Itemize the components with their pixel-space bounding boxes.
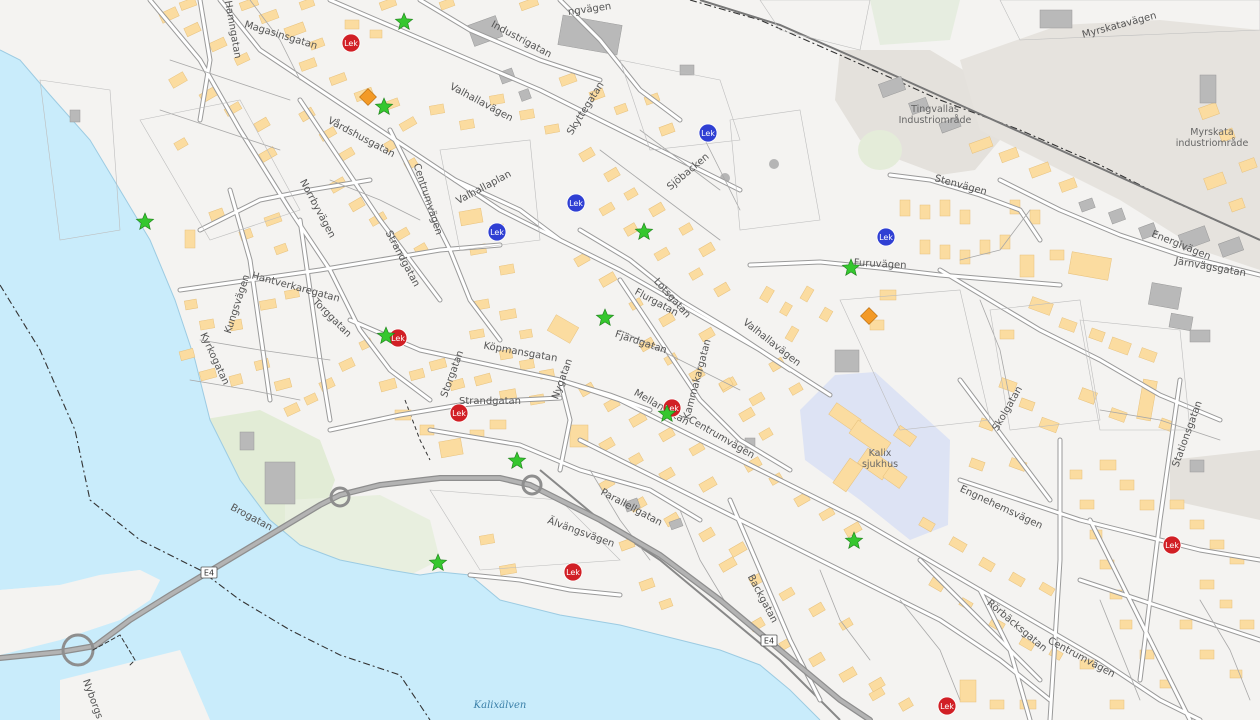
building — [1139, 499, 1155, 511]
lek-marker-label: Lek — [879, 233, 893, 242]
building — [1099, 459, 1117, 471]
building — [344, 19, 360, 30]
lek-marker-label: Lek — [701, 129, 715, 138]
building — [184, 298, 198, 311]
building — [1069, 469, 1083, 480]
building-grey — [834, 349, 860, 373]
building — [438, 437, 464, 459]
building-grey — [1189, 459, 1205, 473]
playground-marker-red[interactable]: Lek — [563, 562, 583, 582]
building — [999, 329, 1015, 340]
lek-marker-label: Lek — [391, 334, 405, 343]
building — [999, 234, 1011, 250]
svg-text:E4: E4 — [204, 569, 214, 578]
road-label-strandgatan: Strandgatan — [459, 396, 521, 407]
e4-shield-south: E4 — [760, 634, 778, 647]
place-label-tingvallas-industriomrade-line2: Industriområde — [899, 115, 972, 126]
place-label-tingvallas-industriomrade: Tingvallas — [910, 104, 959, 115]
building — [1189, 519, 1205, 530]
building — [899, 199, 911, 217]
lek-marker-label: Lek — [490, 228, 504, 237]
svg-text:E4: E4 — [764, 637, 774, 646]
place-label-kalix-sjukhus: Kalix — [869, 448, 892, 459]
building — [1079, 499, 1095, 510]
building — [1119, 479, 1135, 491]
building — [919, 204, 931, 220]
place-label-myrskata-industriomrade-line2: industriområde — [1176, 138, 1249, 149]
water-label-kalixalven: Kalixälven — [473, 700, 527, 711]
building — [1119, 619, 1133, 630]
tank — [769, 159, 779, 169]
lek-marker-label: Lek — [344, 39, 358, 48]
building — [879, 289, 897, 301]
building — [989, 699, 1005, 710]
playground-marker-blue[interactable]: Lek — [698, 123, 718, 143]
building — [1239, 619, 1255, 630]
building-grey — [1199, 74, 1217, 104]
building — [1169, 499, 1185, 510]
building — [1199, 579, 1215, 590]
playground-marker-blue[interactable]: Lek — [876, 227, 896, 247]
playground-marker-blue[interactable]: Lek — [566, 193, 586, 213]
building — [959, 249, 971, 265]
park-area-tree — [858, 130, 902, 170]
building-grey — [264, 461, 296, 505]
building — [1229, 669, 1243, 679]
map-canvas[interactable]: MagasinsgatanHamngatan Industrigatanngväg… — [0, 0, 1260, 720]
e4-shield-west: E4 — [200, 566, 218, 579]
building — [959, 209, 971, 225]
playground-marker-blue[interactable]: Lek — [487, 222, 507, 242]
lek-marker-label: Lek — [940, 702, 954, 711]
building — [184, 229, 196, 249]
place-label-kalix-sjukhus-line2: sjukhus — [862, 459, 898, 470]
building-grey — [1189, 329, 1211, 343]
building — [959, 679, 977, 703]
building — [489, 419, 507, 430]
building-grey — [239, 431, 255, 451]
building — [1199, 649, 1215, 660]
building — [1179, 619, 1193, 630]
playground-marker-red[interactable]: Lek — [388, 328, 408, 348]
building — [369, 29, 383, 39]
building — [1209, 539, 1225, 550]
map-view[interactable]: Magasinsgatan Hamngatan Industrigatan ngväg… — [0, 0, 1260, 720]
place-label-myrskata-industriomrade: Myrskata — [1190, 127, 1233, 138]
playground-marker-red[interactable]: Lek — [937, 696, 957, 716]
lek-marker-label: Lek — [1165, 541, 1179, 550]
building — [919, 239, 931, 255]
building — [1109, 699, 1125, 710]
building-grey — [1039, 9, 1073, 29]
lek-marker-label: Lek — [452, 409, 466, 418]
lek-marker-label: Lek — [569, 199, 583, 208]
building — [1019, 254, 1035, 278]
building — [519, 328, 533, 340]
building-grey — [69, 109, 81, 123]
playground-marker-red[interactable]: Lek — [1162, 535, 1182, 555]
building — [939, 244, 951, 260]
playground-marker-red[interactable]: Lek — [449, 403, 469, 423]
playground-marker-red[interactable]: Lek — [341, 33, 361, 53]
building — [1219, 599, 1233, 609]
building — [1029, 209, 1041, 225]
park-area-north — [870, 0, 960, 45]
building — [979, 239, 991, 255]
building — [1049, 249, 1065, 261]
building — [939, 199, 951, 217]
lek-marker-label: Lek — [566, 568, 580, 577]
